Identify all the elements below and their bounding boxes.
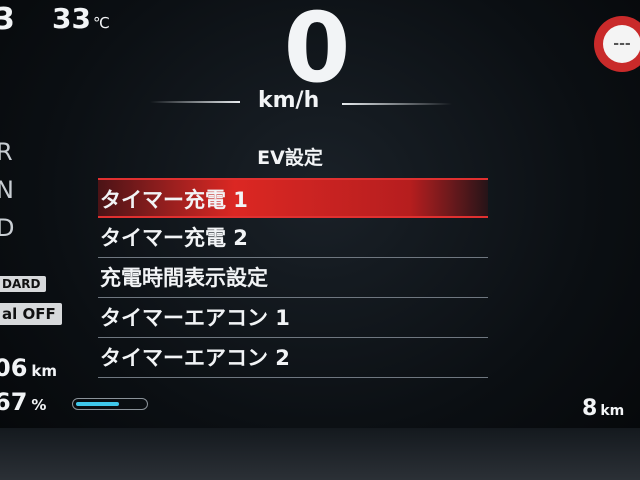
speed-value: 0 bbox=[283, 0, 351, 104]
speed-unit: km/h bbox=[258, 88, 320, 113]
battery-unit: % bbox=[31, 396, 47, 414]
speed-limit-text: --- bbox=[603, 25, 640, 63]
drive-mode-badge: DARD bbox=[0, 276, 47, 292]
menu-item-timer-aircon-1[interactable]: タイマーエアコン 1 bbox=[98, 298, 488, 338]
range-unit: km bbox=[31, 362, 58, 380]
cluster-bezel bbox=[0, 428, 640, 480]
menu-item-timer-charge-1[interactable]: タイマー充電 1 bbox=[98, 178, 488, 218]
menu-title: EV設定 bbox=[257, 147, 323, 169]
menu-item-timer-charge-2[interactable]: タイマー充電 2 bbox=[98, 218, 488, 258]
speed-divider-left bbox=[150, 101, 240, 103]
temperature-unit: ℃ bbox=[92, 14, 110, 32]
menu-item-label: タイマーエアコン 2 bbox=[100, 346, 290, 370]
gear-r: R bbox=[0, 138, 13, 166]
menu-item-timer-aircon-2[interactable]: タイマーエアコン 2 bbox=[98, 338, 488, 378]
driving-range: 06 km bbox=[0, 354, 57, 382]
range-value: 06 bbox=[0, 354, 28, 382]
gear-n: N bbox=[0, 176, 14, 204]
menu-item-label: 充電時間表示設定 bbox=[100, 266, 268, 290]
menu-item-charge-time-display[interactable]: 充電時間表示設定 bbox=[98, 258, 488, 298]
trip-distance: 8 km bbox=[582, 396, 624, 421]
assist-status-badge: al OFF bbox=[0, 303, 62, 325]
battery-bar-fill bbox=[76, 402, 119, 406]
menu-item-label: タイマーエアコン 1 bbox=[100, 306, 290, 330]
gear-d: D bbox=[0, 214, 15, 242]
menu-item-label: タイマー充電 2 bbox=[100, 226, 248, 250]
temperature-value: 33 bbox=[52, 2, 91, 35]
outside-temperature: 33 ℃ bbox=[52, 2, 110, 35]
menu-item-label: タイマー充電 1 bbox=[100, 188, 248, 212]
speed-divider-right bbox=[342, 103, 452, 105]
clipped-status-number: 3 bbox=[0, 2, 15, 37]
trip-unit: km bbox=[600, 403, 625, 419]
trip-value: 8 bbox=[582, 396, 598, 421]
battery-percent: 67 bbox=[0, 388, 28, 416]
ev-settings-menu: タイマー充電 1 タイマー充電 2 充電時間表示設定 タイマーエアコン 1 タイ… bbox=[98, 178, 488, 378]
battery-level: 67% bbox=[0, 388, 46, 416]
